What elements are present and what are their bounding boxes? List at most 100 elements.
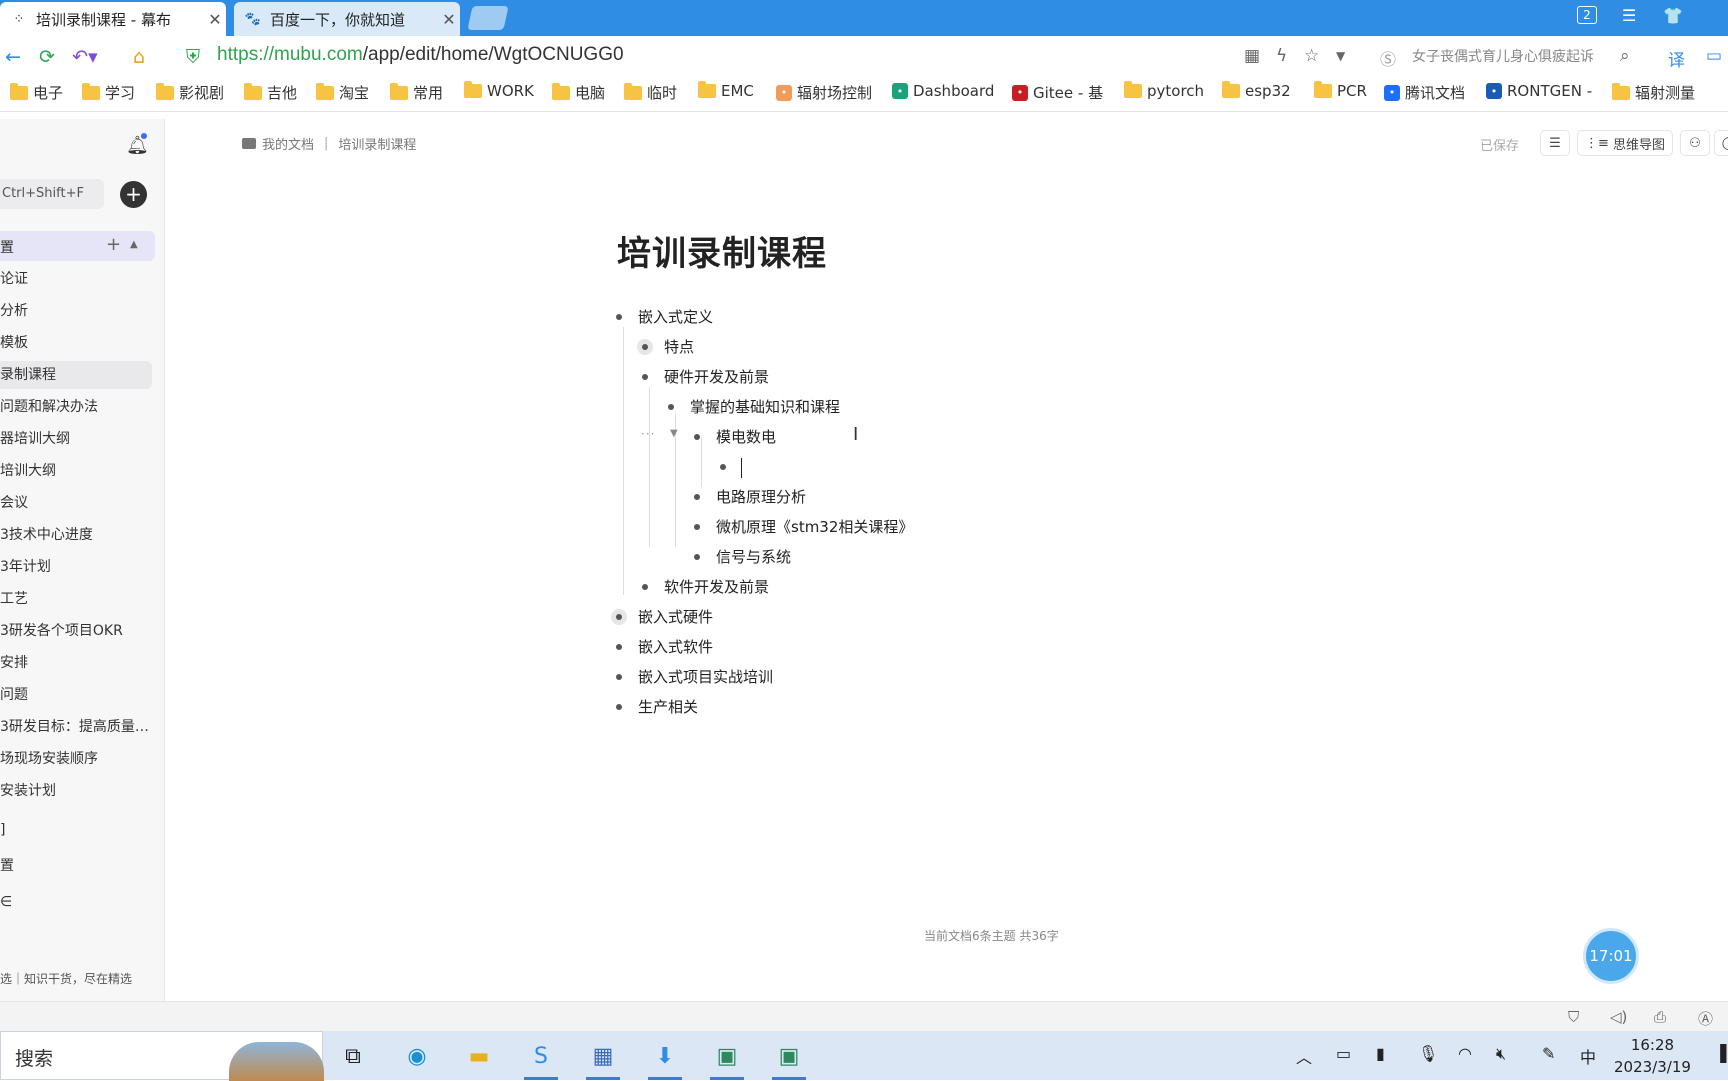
outline-node[interactable]: 嵌入式项目实战培训	[638, 667, 773, 687]
outline-node[interactable]: 嵌入式硬件	[638, 607, 713, 627]
new-tab-button[interactable]	[467, 6, 509, 30]
outline-node[interactable]: 硬件开发及前景	[664, 367, 769, 387]
bullet-icon[interactable]	[616, 314, 622, 320]
bullet-icon[interactable]	[642, 584, 648, 590]
screen-icon[interactable]: ▭	[1706, 46, 1722, 66]
share-icon[interactable]: ⚇	[1680, 130, 1710, 156]
star-icon[interactable]: ☆	[1304, 46, 1319, 66]
bookmark-folder[interactable]: 吉他	[244, 82, 297, 103]
clock[interactable]: 16:28 2023/3/19	[1614, 1034, 1691, 1078]
bookmark-folder[interactable]: WORK	[464, 81, 534, 100]
outline-node[interactable]: 嵌入式定义	[638, 307, 713, 327]
bullet-icon[interactable]	[611, 609, 627, 625]
bookmark-site[interactable]: • 腾讯文档	[1384, 82, 1465, 103]
chevron-up-icon[interactable]: ︿	[1296, 1044, 1312, 1068]
bullet-icon[interactable]	[720, 464, 726, 470]
plus-icon[interactable]: +	[106, 234, 121, 255]
sidebar-item[interactable]: 论证	[0, 265, 152, 293]
bookmark-folder[interactable]: pytorch	[1124, 81, 1204, 100]
remote-icon[interactable]: ▭	[1336, 1044, 1351, 1063]
search-input[interactable]: Ctrl+Shift+F	[0, 179, 104, 209]
tab-baidu[interactable]: 🐾 百度一下，你就知道 ✕	[234, 2, 460, 36]
window-count-badge[interactable]: 2	[1577, 6, 1597, 24]
notification-icon[interactable]: ▐	[1714, 1044, 1726, 1063]
print-icon[interactable]: ⎙	[1654, 1008, 1666, 1026]
wifi-icon[interactable]: ◠	[1458, 1044, 1472, 1063]
bullet-icon[interactable]	[616, 644, 622, 650]
sidebar-item[interactable]: 录制课程	[0, 361, 152, 389]
sidebar-item[interactable]: ]	[0, 816, 152, 844]
volume-muted-icon[interactable]: 🔇︎	[1496, 1044, 1506, 1064]
sidebar-item[interactable]: 3技术中心进度	[0, 521, 152, 549]
close-icon[interactable]: ✕	[438, 10, 460, 29]
close-icon[interactable]: ✕	[204, 10, 226, 29]
bookmark-site[interactable]: • RONTGEN -	[1486, 82, 1592, 100]
chevron-down-icon[interactable]: ▼	[1336, 49, 1345, 63]
outline-node[interactable]: 电路原理分析	[716, 487, 806, 507]
bullet-icon[interactable]	[694, 524, 700, 530]
sidebar-item[interactable]: 会议	[0, 489, 152, 517]
task-view-icon[interactable]: ⧉	[334, 1037, 372, 1075]
sidebar-item[interactable]: 器培训大纲	[0, 425, 152, 453]
outline-node[interactable]: 特点	[664, 337, 694, 357]
bullet-icon[interactable]	[642, 374, 648, 380]
tab-mubu[interactable]: ⁘ 培训录制课程 - 幕布 ✕	[0, 2, 226, 36]
mindmap-button[interactable]: ⋮≡ 思维导图	[1577, 130, 1673, 156]
sidebar-item[interactable]: 3研发目标：提高质量…	[0, 713, 152, 741]
edge-icon[interactable]: ◉	[398, 1037, 436, 1075]
breadcrumb-root[interactable]: 我的文档	[262, 134, 314, 153]
sidebar-item[interactable]: 3研发各个项目OKR	[0, 617, 152, 645]
bookmark-site[interactable]: • Dashboard	[892, 82, 994, 100]
bullet-icon[interactable]	[694, 554, 700, 560]
outline-node[interactable]: 信号与系统	[716, 547, 791, 567]
caret-up-icon[interactable]: ▲	[130, 239, 138, 250]
bookmark-folder[interactable]: 临时	[624, 82, 677, 103]
app-window-icon[interactable]: ▣	[708, 1037, 746, 1080]
collapse-caret-icon[interactable]: ▼	[670, 428, 678, 439]
bookmark-folder[interactable]: 影视剧	[156, 82, 224, 103]
ime-indicator[interactable]: 中	[1580, 1044, 1596, 1068]
search-input[interactable]: Ⓢ 女子丧偶式育儿身心俱疲起诉	[1380, 46, 1645, 70]
bullet-icon[interactable]	[616, 704, 622, 710]
sidebar-item[interactable]: 3年计划	[0, 553, 152, 581]
bookmark-site[interactable]: • Gitee - 基	[1012, 82, 1103, 103]
bookmark-site[interactable]: • 辐射场控制	[776, 82, 872, 103]
sidebar-item[interactable]: 工艺	[0, 585, 152, 613]
back-icon[interactable]: ←	[0, 44, 26, 70]
bookmark-folder[interactable]: 常用	[390, 82, 443, 103]
collaborate-icon[interactable]: ◯	[1714, 130, 1728, 156]
bookmark-folder[interactable]: 电脑	[552, 82, 605, 103]
taskbar-search[interactable]: 搜索	[0, 1031, 324, 1081]
bookmark-folder[interactable]: 辐射测量	[1612, 82, 1695, 103]
sidebar-group-header[interactable]: 置 + ▲	[0, 231, 155, 261]
skin-icon[interactable]: 👕	[1663, 6, 1683, 25]
bookmark-folder[interactable]: 淘宝	[316, 82, 369, 103]
sidebar-item[interactable]: 安排	[0, 649, 152, 677]
sidebar-item[interactable]: 问题和解决办法	[0, 393, 152, 421]
outline-node[interactable]: 模电数电	[716, 427, 776, 447]
lightning-icon[interactable]: ϟ	[1276, 46, 1287, 66]
sidebar-item[interactable]: 问题	[0, 681, 152, 709]
reload-icon[interactable]: ⟳	[34, 44, 60, 70]
url-field[interactable]: https://mubu.com/app/edit/home/WgtOCNUGG…	[217, 44, 624, 66]
outline-node[interactable]: 掌握的基础知识和课程	[690, 397, 840, 417]
bookmark-folder[interactable]: esp32	[1222, 81, 1291, 100]
bookmark-folder[interactable]: PCR	[1314, 81, 1367, 100]
add-button[interactable]: +	[120, 181, 147, 208]
bookmark-folder[interactable]: 电子	[10, 82, 63, 103]
bookmark-folder[interactable]: EMC	[698, 81, 754, 100]
adblock-icon[interactable]: Ⓐ	[1698, 1008, 1713, 1029]
menu-icon[interactable]: ☰	[1622, 6, 1636, 25]
undo-close-icon[interactable]: ↶▾	[72, 44, 98, 70]
pen-icon[interactable]: ✎	[1542, 1044, 1555, 1063]
shield-check-icon[interactable]: ⛉	[1568, 1008, 1579, 1026]
bullet-icon[interactable]	[637, 339, 653, 355]
bullet-icon[interactable]	[694, 434, 700, 440]
outline-search-button[interactable]: ☰	[1540, 130, 1570, 156]
qr-code-icon[interactable]: ▦	[1244, 46, 1260, 66]
sidebar-item[interactable]: 模板	[0, 329, 152, 357]
drag-handle-icon[interactable]: ···	[641, 427, 655, 441]
bullet-icon[interactable]	[668, 404, 674, 410]
outline-node[interactable]: 生产相关	[638, 697, 698, 717]
sidebar-item[interactable]: 安装计划	[0, 777, 152, 805]
